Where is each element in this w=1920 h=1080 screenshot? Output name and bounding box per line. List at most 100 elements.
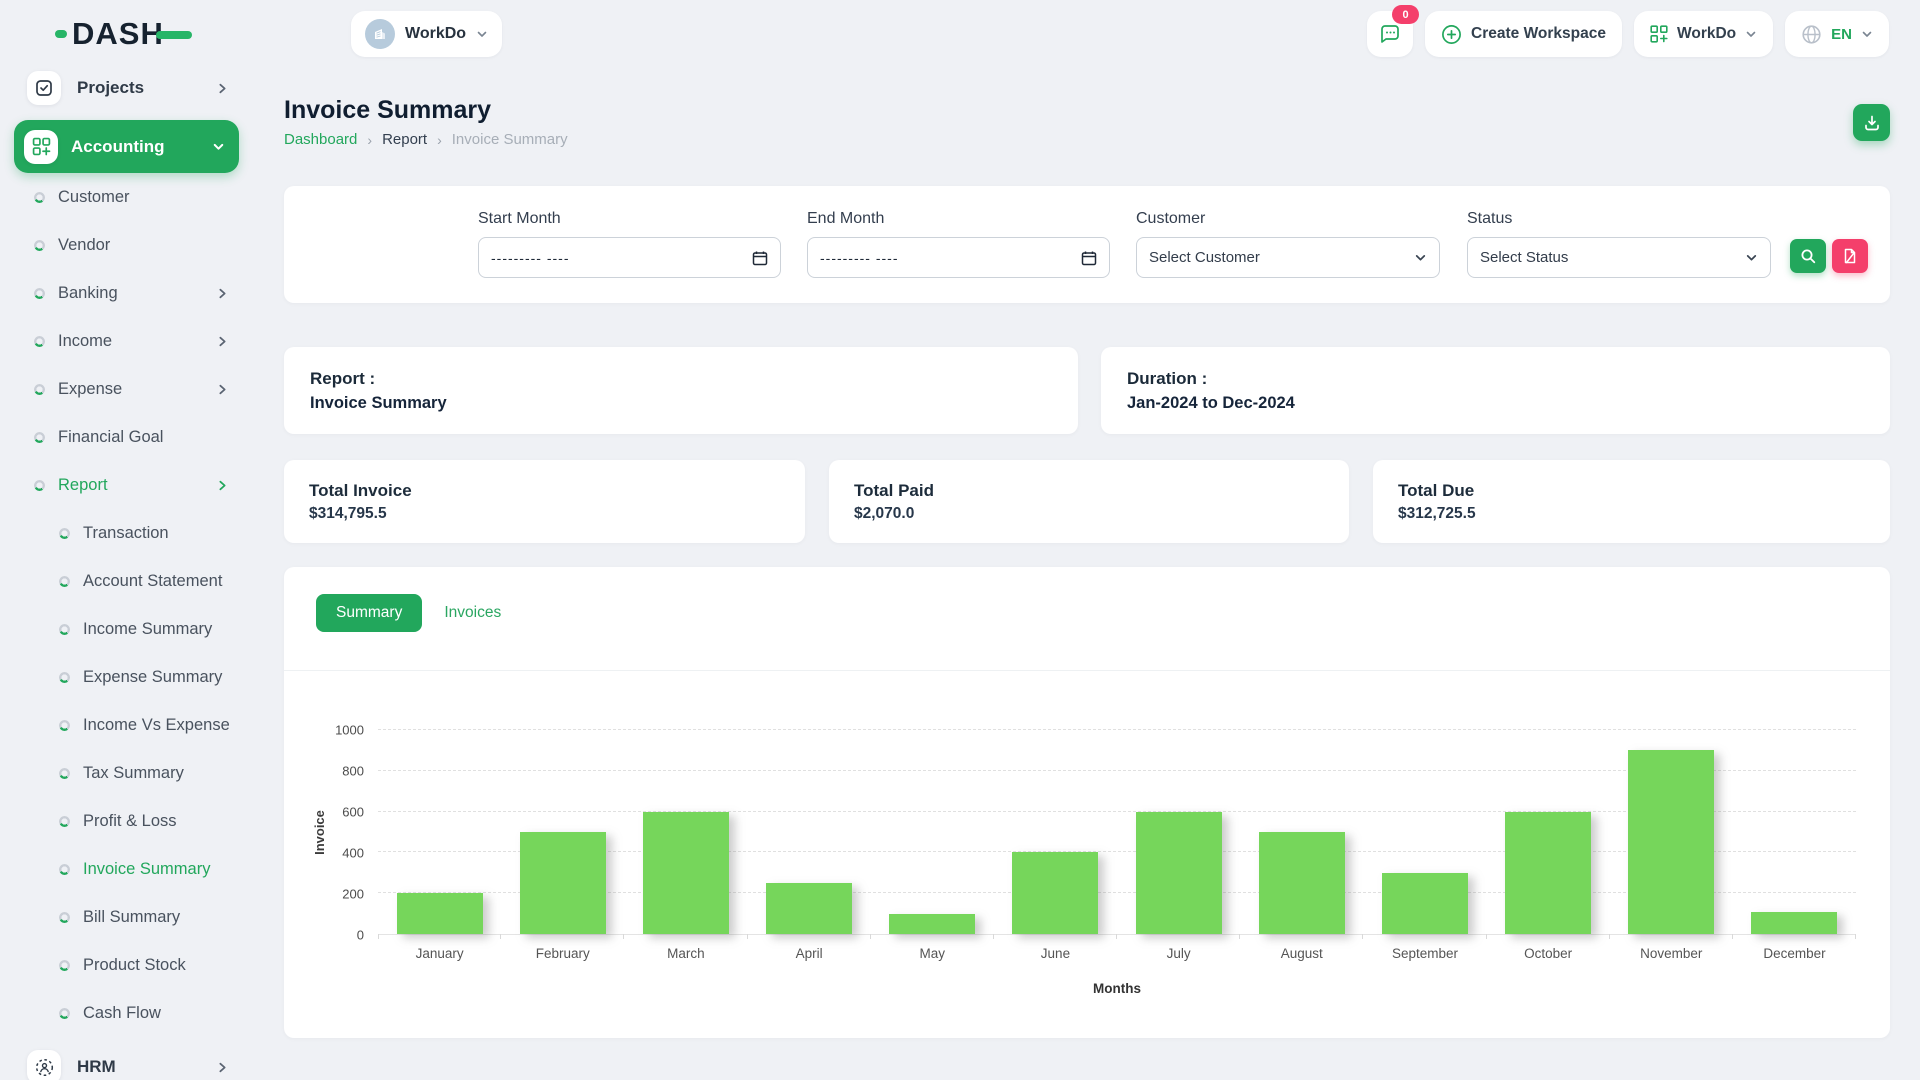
sidebar-item-customer[interactable]: Customer <box>0 173 253 221</box>
bar-october[interactable] <box>1505 812 1591 934</box>
search-button[interactable] <box>1790 239 1826 273</box>
bar-july[interactable] <box>1136 812 1222 934</box>
download-icon <box>1863 114 1881 132</box>
chevron-down-icon <box>476 28 488 40</box>
sidebar-item-tax-summary[interactable]: Tax Summary <box>0 749 253 797</box>
tab-divider <box>284 670 1890 671</box>
bar-november[interactable] <box>1628 750 1714 934</box>
logo-dot-icon <box>55 30 67 38</box>
app-root: DASH WorkDo 0 Cre <box>0 0 1920 1080</box>
tab-invoices[interactable]: Invoices <box>444 604 501 622</box>
status-select[interactable]: Select Status <box>1467 237 1771 278</box>
invoice-bar-chart: Invoice 02004006008001000 JanuaryFebruar… <box>314 730 1856 935</box>
breadcrumb-report[interactable]: Report <box>382 131 427 148</box>
bar-april[interactable] <box>766 883 852 934</box>
sidebar-item-income-vs-expense[interactable]: Income Vs Expense <box>0 701 253 749</box>
chevron-down-icon <box>1414 251 1427 264</box>
workspace-menu-button[interactable]: WorkDo <box>1634 11 1773 57</box>
dash-logo[interactable]: DASH <box>55 18 192 49</box>
calendar-icon <box>1081 250 1097 266</box>
sidebar-item-label: Income <box>58 332 216 351</box>
bullet-icon <box>59 672 70 683</box>
person-dashed-circle-icon <box>27 1050 61 1080</box>
sidebar-item-label: Projects <box>77 78 216 98</box>
language-code: EN <box>1831 26 1852 43</box>
sidebar-item-projects[interactable]: Projects <box>14 62 239 114</box>
sidebar-item-expense-summary[interactable]: Expense Summary <box>0 653 253 701</box>
sidebar-item-label: Report <box>58 476 216 495</box>
total-invoice-label: Total Invoice <box>309 481 805 501</box>
sidebar-item-profit-loss[interactable]: Profit & Loss <box>0 797 253 845</box>
x-category-label: July <box>1117 946 1240 961</box>
bar-december[interactable] <box>1751 912 1837 934</box>
breadcrumb-separator: › <box>437 132 442 148</box>
end-month-input[interactable]: --------- ---- <box>807 237 1110 278</box>
status-group: Status Select Status <box>1467 210 1771 278</box>
chevron-right-icon <box>216 479 229 492</box>
bullet-icon <box>59 528 70 539</box>
report-card-label: Report : <box>310 369 1078 389</box>
bar-september[interactable] <box>1382 873 1468 934</box>
x-axis-title: Months <box>378 981 1856 996</box>
messages-button[interactable]: 0 <box>1367 11 1413 57</box>
customer-selected-value: Select Customer <box>1149 249 1260 266</box>
status-selected-value: Select Status <box>1480 249 1568 266</box>
reset-filter-button[interactable] <box>1832 239 1868 273</box>
sidebar-item-product-stock[interactable]: Product Stock <box>0 941 253 989</box>
x-category-label: September <box>1363 946 1486 961</box>
header-actions: 0 Create Workspace WorkDo <box>1367 11 1889 57</box>
sidebar-item-label: Profit & Loss <box>83 812 253 831</box>
bullet-icon <box>59 768 70 779</box>
sidebar-item-report[interactable]: Report <box>0 461 253 509</box>
sidebar-item-accounting[interactable]: Accounting <box>14 120 239 173</box>
start-month-input[interactable]: --------- ---- <box>478 237 781 278</box>
breadcrumb-current: Invoice Summary <box>452 131 568 148</box>
sidebar-item-financial-goal[interactable]: Financial Goal <box>0 413 253 461</box>
duration-card: Duration : Jan-2024 to Dec-2024 <box>1101 347 1890 434</box>
bar-march[interactable] <box>643 812 729 934</box>
sidebar-item-label: Financial Goal <box>58 428 253 447</box>
x-category-label: January <box>378 946 501 961</box>
sidebar-item-banking[interactable]: Banking <box>0 269 253 317</box>
bar-january[interactable] <box>397 893 483 934</box>
bullet-icon <box>34 384 45 395</box>
bar-june[interactable] <box>1012 852 1098 934</box>
chevron-right-icon <box>216 1061 229 1074</box>
total-invoice-value: $314,795.5 <box>309 505 805 523</box>
sidebar-item-account-statement[interactable]: Account Statement <box>0 557 253 605</box>
chart-panel: Summary Invoices Invoice 020040060080010… <box>284 567 1890 1038</box>
customer-select[interactable]: Select Customer <box>1136 237 1440 278</box>
language-selector[interactable]: EN <box>1785 11 1889 57</box>
sidebar-item-bill-summary[interactable]: Bill Summary <box>0 893 253 941</box>
sidebar-item-cash-flow[interactable]: Cash Flow <box>0 989 253 1037</box>
total-paid-label: Total Paid <box>854 481 1349 501</box>
bar-slot <box>1610 730 1733 934</box>
sidebar-item-label: Bill Summary <box>83 908 253 927</box>
sidebar: Projects Accounting Customer <box>0 58 253 1080</box>
sidebar-item-hrm[interactable]: HRM <box>14 1041 239 1080</box>
sidebar-item-transaction[interactable]: Transaction <box>0 509 253 557</box>
total-due-card: Total Due $312,725.5 <box>1373 460 1890 543</box>
bullet-icon <box>59 1008 70 1019</box>
y-axis-title: Invoice <box>310 730 328 935</box>
create-workspace-button[interactable]: Create Workspace <box>1425 11 1622 57</box>
sidebar-item-vendor[interactable]: Vendor <box>0 221 253 269</box>
chart-bars <box>378 730 1856 934</box>
checkbox-icon <box>27 71 61 105</box>
tab-summary[interactable]: Summary <box>316 594 422 632</box>
bullet-icon <box>34 288 45 299</box>
bar-february[interactable] <box>520 832 606 934</box>
sidebar-item-expense[interactable]: Expense <box>0 365 253 413</box>
bar-may[interactable] <box>889 914 975 934</box>
sidebar-item-invoice-summary[interactable]: Invoice Summary <box>0 845 253 893</box>
chevron-down-icon <box>1861 28 1873 40</box>
search-icon <box>1800 248 1817 265</box>
chevron-down-icon <box>1745 251 1758 264</box>
workspace-selector[interactable]: WorkDo <box>351 11 502 57</box>
chevron-down-icon <box>212 140 225 153</box>
download-button[interactable] <box>1853 104 1890 141</box>
sidebar-item-income[interactable]: Income <box>0 317 253 365</box>
sidebar-item-income-summary[interactable]: Income Summary <box>0 605 253 653</box>
breadcrumb-dashboard[interactable]: Dashboard <box>284 131 357 148</box>
bar-august[interactable] <box>1259 832 1345 934</box>
